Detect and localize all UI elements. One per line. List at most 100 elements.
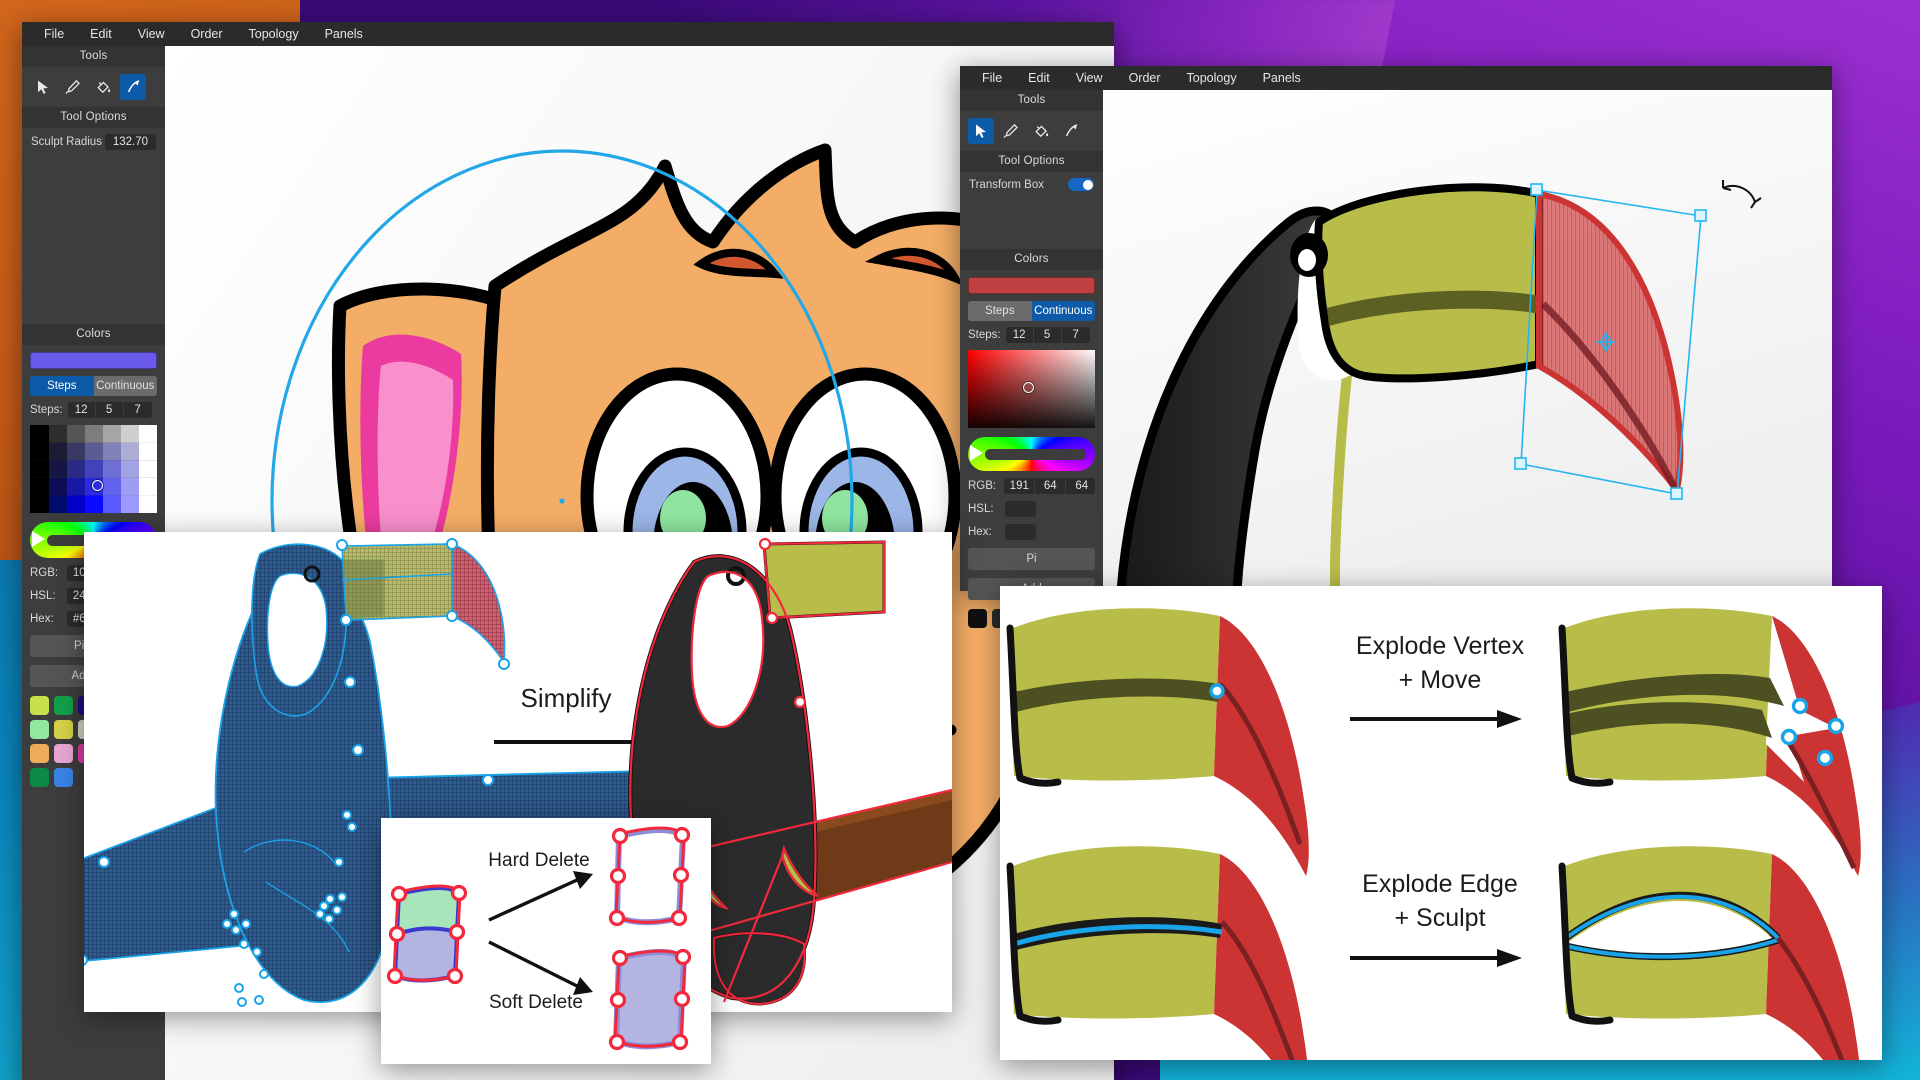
hex-row[interactable]: Hex: — [960, 517, 1103, 540]
hex-value[interactable] — [1005, 524, 1036, 540]
rgb-label: RGB: — [968, 480, 997, 492]
menu-item-panels[interactable]: Panels — [1263, 72, 1301, 85]
sculpt-radius-input[interactable]: 132.70 — [104, 134, 156, 150]
transform-box-toggle[interactable] — [1068, 178, 1094, 191]
tab-steps[interactable]: Steps — [968, 301, 1032, 321]
menu-item-edit[interactable]: Edit — [90, 28, 112, 41]
palette-swatch[interactable] — [54, 720, 73, 739]
color-mode-tabs[interactable]: Steps Continuous — [30, 376, 157, 396]
color-gradient-picker[interactable] — [968, 350, 1095, 428]
canvas-transform[interactable] — [1103, 90, 1832, 591]
tool-options-empty-area — [22, 156, 165, 324]
paint-bucket-icon[interactable] — [90, 74, 116, 100]
soft-delete-result — [608, 948, 692, 1051]
steps-value-1[interactable]: 12 — [1006, 327, 1034, 343]
steps-value-3[interactable]: 7 — [124, 402, 152, 418]
hue-slider-track — [985, 449, 1086, 460]
cursor-select-icon[interactable] — [968, 118, 994, 144]
figure-panel-delete[interactable]: Hard Delete Soft Delete — [381, 818, 711, 1064]
section-title-tool-options: Tool Options — [22, 107, 165, 128]
menu-item-view[interactable]: View — [138, 28, 165, 41]
hue-slider-handle[interactable] — [970, 445, 983, 461]
hsl-row[interactable]: HSL: — [960, 494, 1103, 517]
option-transform-box[interactable]: Transform Box — [960, 172, 1103, 197]
hue-slider[interactable] — [968, 437, 1095, 471]
menu-item-edit[interactable]: Edit — [1028, 72, 1050, 85]
menu-bar[interactable]: File Edit View Order Topology Panels — [22, 22, 1114, 46]
menu-item-file[interactable]: File — [982, 72, 1002, 85]
sculpt-icon[interactable] — [1058, 118, 1084, 144]
steps-label: Steps: — [968, 329, 1001, 341]
menu-item-panels[interactable]: Panels — [325, 28, 363, 41]
steps-row[interactable]: Steps: 12 5 7 — [960, 321, 1103, 347]
palette-swatch[interactable] — [30, 768, 49, 787]
rgb-value-g[interactable]: 64 — [1035, 478, 1067, 494]
color-grid-picker[interactable] — [30, 425, 157, 513]
explode-vertex-label-1: Explode Vertex — [1356, 632, 1525, 660]
steps-value-1[interactable]: 12 — [68, 402, 96, 418]
section-title-colors: Colors — [22, 324, 165, 345]
palette-swatch[interactable] — [30, 696, 49, 715]
option-label-transform-box: Transform Box — [969, 178, 1044, 191]
rgb-value-b[interactable]: 64 — [1066, 478, 1095, 494]
current-color-swatch[interactable] — [30, 352, 157, 369]
palette-swatch[interactable] — [968, 609, 987, 628]
hsl-label: HSL: — [968, 503, 994, 515]
soft-delete-label: Soft Delete — [489, 992, 583, 1013]
steps-value-3[interactable]: 7 — [1062, 327, 1090, 343]
palette-swatch[interactable] — [30, 720, 49, 739]
tool-options-empty-area — [960, 197, 1103, 249]
option-sculpt-radius[interactable]: Sculpt Radius 132.70 — [22, 128, 165, 156]
cursor-select-icon[interactable] — [30, 74, 56, 100]
pen-draw-icon[interactable] — [998, 118, 1024, 144]
menu-item-topology[interactable]: Topology — [249, 28, 299, 41]
simplify-label: Simplify — [520, 683, 611, 713]
current-color-swatch[interactable] — [968, 277, 1095, 294]
steps-row[interactable]: Steps: 12 5 7 — [22, 396, 165, 422]
delete-source-quad — [386, 884, 468, 985]
hex-label: Hex: — [30, 613, 54, 625]
hard-delete-label: Hard Delete — [488, 850, 589, 871]
hex-label: Hex: — [968, 526, 992, 538]
rgb-value-r[interactable]: 191 — [1004, 478, 1036, 494]
tool-buttons[interactable] — [960, 111, 1103, 151]
color-picker-handle[interactable] — [1023, 382, 1034, 393]
color-picker-handle[interactable] — [92, 480, 103, 491]
palette-swatch[interactable] — [30, 744, 49, 763]
section-title-tools: Tools — [960, 90, 1103, 111]
menu-item-view[interactable]: View — [1076, 72, 1103, 85]
explode-edge-label-2: + Sculpt — [1394, 904, 1485, 932]
steps-label: Steps: — [30, 404, 63, 416]
tab-continuous[interactable]: Continuous — [1031, 301, 1095, 321]
menu-bar[interactable]: File Edit View Order Topology Panels — [960, 66, 1832, 90]
window-transform[interactable]: File Edit View Order Topology Panels Too… — [960, 66, 1832, 628]
palette-swatch[interactable] — [54, 696, 73, 715]
vertex-handle — [1209, 683, 1225, 699]
menu-item-order[interactable]: Order — [191, 28, 223, 41]
pick-screen-button[interactable]: Pi — [968, 548, 1095, 570]
rgb-row[interactable]: RGB: 191 64 64 — [960, 471, 1103, 494]
sculpt-icon[interactable] — [120, 74, 146, 100]
palette-swatch[interactable] — [54, 768, 73, 787]
tool-buttons[interactable] — [22, 67, 165, 107]
hsl-value-h[interactable] — [1005, 501, 1036, 517]
hsl-label: HSL: — [30, 590, 56, 602]
steps-value-2[interactable]: 5 — [96, 402, 124, 418]
explode-edge-label-1: Explode Edge — [1362, 870, 1518, 898]
palette-swatch[interactable] — [54, 744, 73, 763]
section-title-tools: Tools — [22, 46, 165, 67]
section-title-colors: Colors — [960, 249, 1103, 270]
steps-value-2[interactable]: 5 — [1034, 327, 1062, 343]
tab-steps[interactable]: Steps — [30, 376, 94, 396]
toucan-head-artwork — [1103, 90, 1832, 591]
menu-item-topology[interactable]: Topology — [1187, 72, 1237, 85]
menu-item-file[interactable]: File — [44, 28, 64, 41]
hue-slider-handle[interactable] — [32, 531, 45, 547]
figure-panel-explode[interactable]: Explode Vertex + Move Explode Edge + Scu… — [1000, 586, 1882, 1060]
tab-continuous[interactable]: Continuous — [93, 376, 157, 396]
rgb-label: RGB: — [30, 567, 59, 579]
color-mode-tabs[interactable]: Steps Continuous — [968, 301, 1095, 321]
pen-draw-icon[interactable] — [60, 74, 86, 100]
menu-item-order[interactable]: Order — [1129, 72, 1161, 85]
paint-bucket-icon[interactable] — [1028, 118, 1054, 144]
